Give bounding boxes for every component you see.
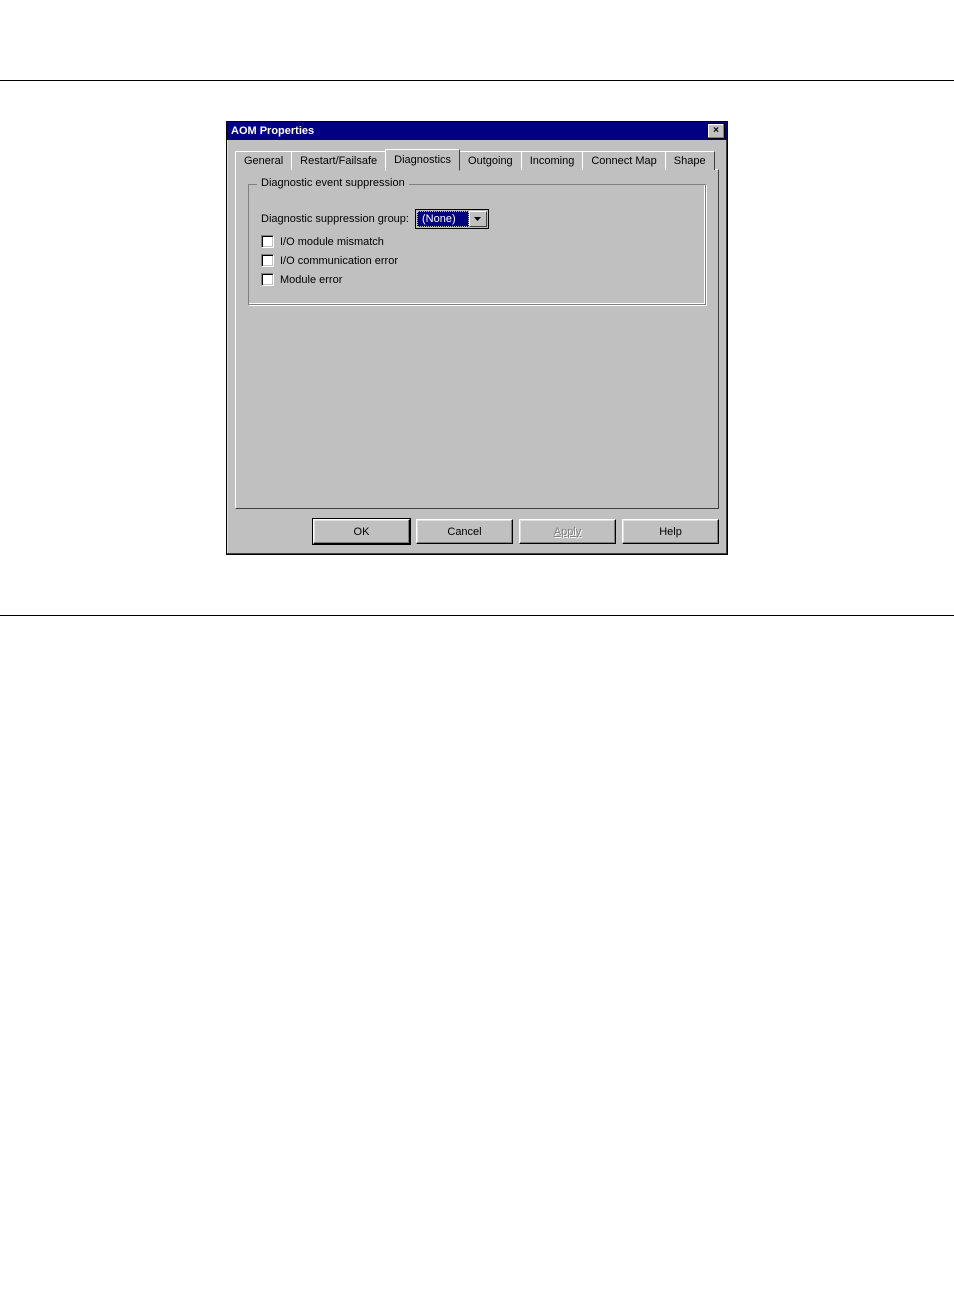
row-io-communication-error: I/O communication error [261, 254, 693, 267]
dialog-button-row: OK Cancel Apply Help [235, 519, 719, 544]
ok-button[interactable]: OK [313, 519, 410, 544]
checkbox-io-module-mismatch[interactable] [261, 235, 274, 248]
cancel-button[interactable]: Cancel [416, 519, 513, 544]
tab-restart-failsafe[interactable]: Restart/Failsafe [291, 151, 386, 170]
label-suppression-group: Diagnostic suppression group: [261, 213, 409, 225]
tab-diagnostics[interactable]: Diagnostics [385, 149, 460, 171]
select-suppression-group-value: (None) [417, 211, 469, 227]
row-suppression-group: Diagnostic suppression group: (None) [261, 209, 693, 229]
checkbox-module-error[interactable] [261, 273, 274, 286]
label-io-communication-error: I/O communication error [280, 255, 398, 267]
tab-connect-map[interactable]: Connect Map [582, 151, 665, 170]
label-module-error: Module error [280, 274, 342, 286]
tab-general[interactable]: General [235, 151, 292, 170]
checkbox-io-communication-error[interactable] [261, 254, 274, 267]
titlebar: AOM Properties × [227, 122, 727, 140]
row-io-module-mismatch: I/O module mismatch [261, 235, 693, 248]
row-module-error: Module error [261, 273, 693, 286]
bottom-horizontal-rule [0, 615, 954, 616]
tab-shape[interactable]: Shape [665, 151, 715, 170]
chevron-down-icon[interactable] [469, 211, 487, 227]
apply-button[interactable]: Apply [519, 519, 616, 544]
dialog-title: AOM Properties [231, 125, 314, 137]
tab-incoming[interactable]: Incoming [521, 151, 584, 170]
close-icon[interactable]: × [707, 123, 725, 139]
label-io-module-mismatch: I/O module mismatch [280, 236, 384, 248]
tab-panel-diagnostics: Diagnostic event suppression Diagnostic … [235, 169, 719, 509]
help-button[interactable]: Help [622, 519, 719, 544]
groupbox-legend: Diagnostic event suppression [257, 177, 409, 189]
dialog-client-area: General Restart/Failsafe Diagnostics Out… [227, 140, 727, 554]
tab-outgoing[interactable]: Outgoing [459, 151, 522, 170]
tab-strip: General Restart/Failsafe Diagnostics Out… [235, 148, 719, 169]
select-suppression-group[interactable]: (None) [415, 209, 489, 229]
groupbox-diagnostic-event-suppression: Diagnostic event suppression Diagnostic … [248, 184, 706, 305]
aom-properties-dialog: AOM Properties × General Restart/Failsaf… [226, 121, 728, 555]
top-horizontal-rule [0, 80, 954, 81]
